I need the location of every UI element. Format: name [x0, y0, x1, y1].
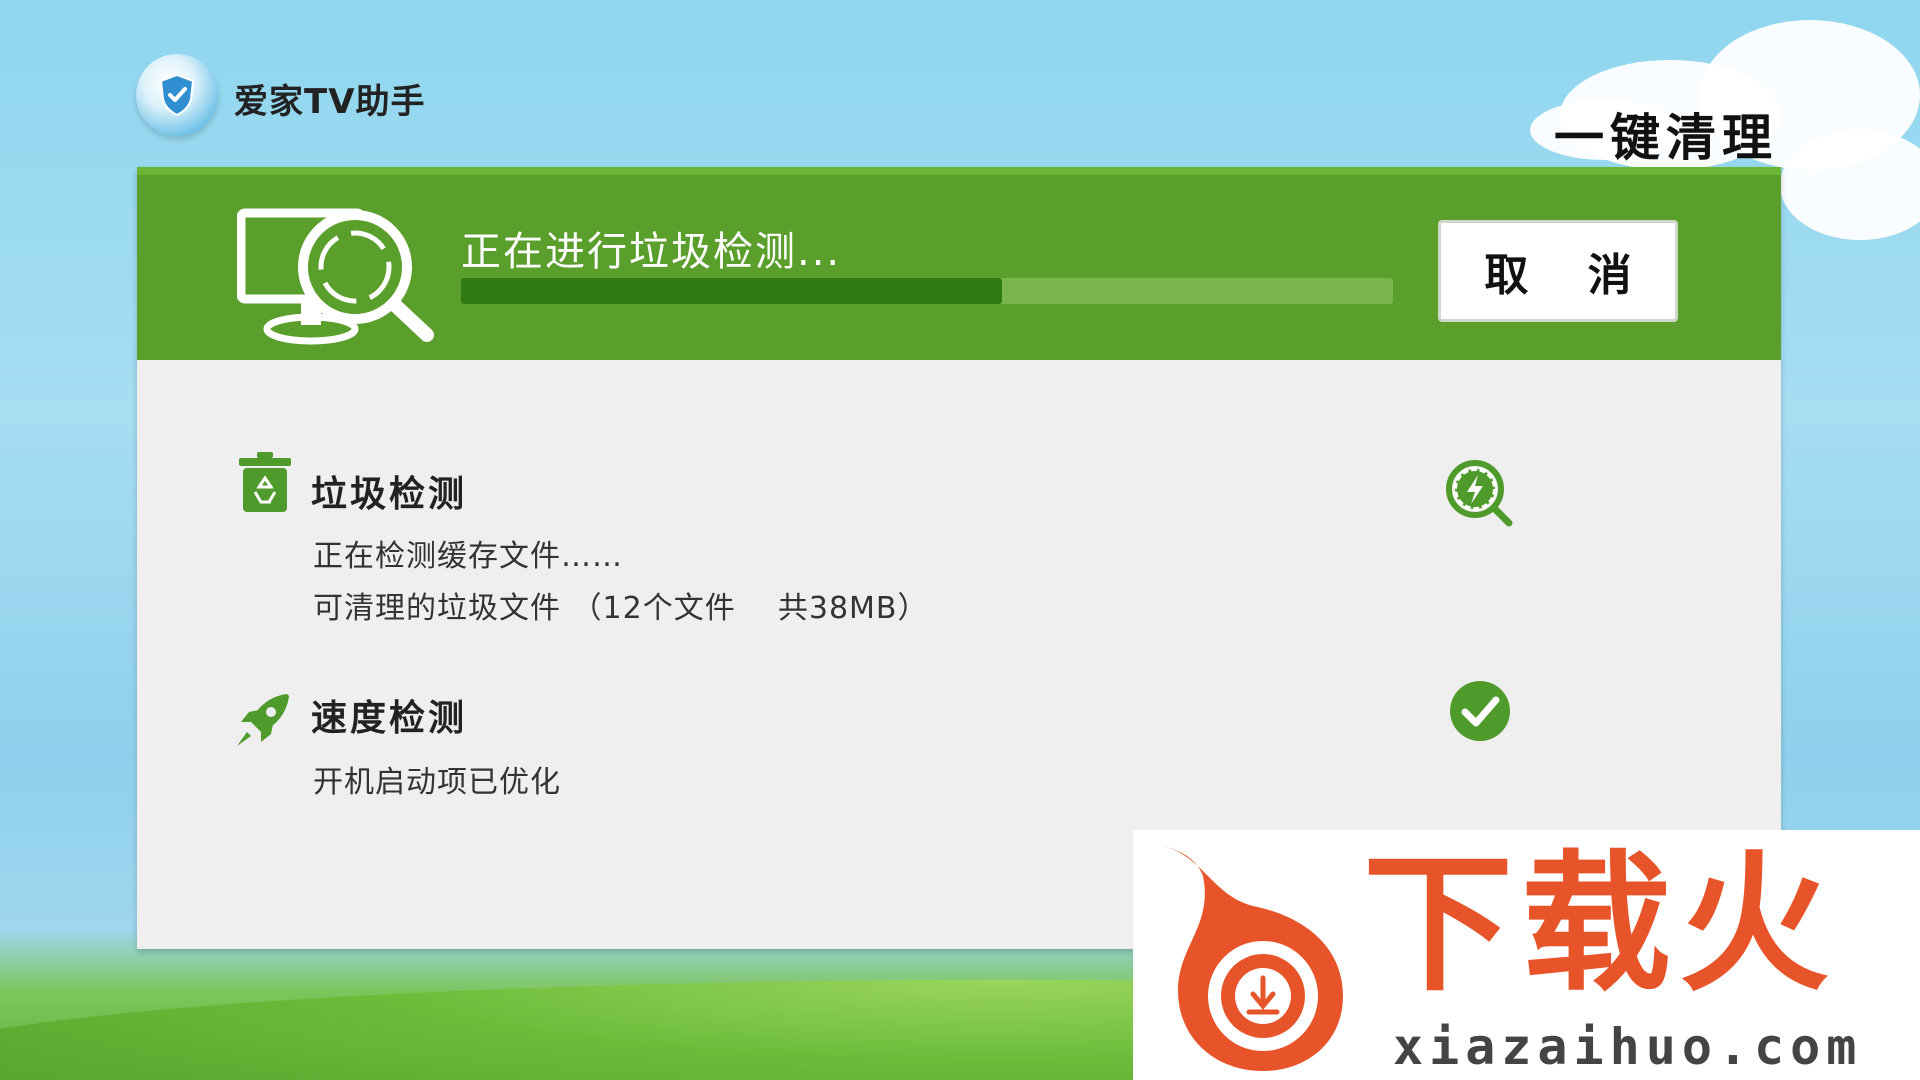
cloud	[1780, 130, 1920, 240]
cancel-button[interactable]: 取 消	[1438, 220, 1678, 322]
junk-detection-result: 可清理的垃圾文件 （12个文件 共38MB）	[313, 591, 929, 626]
scan-header: 正在进行垃圾检测... 取 消	[137, 167, 1781, 360]
speed-detection-status: 开机启动项已优化	[313, 765, 561, 800]
check-circle-icon	[1450, 681, 1510, 741]
watermark-text: 下载火	[1363, 838, 1838, 1012]
flame-logo-icon	[1163, 846, 1343, 1071]
scan-status-text: 正在进行垃圾检测...	[461, 229, 842, 275]
app-name: 爱家TV助手	[234, 82, 426, 122]
tv-screen: 爱家TV助手 一键清理 正在进行垃圾检测... 取 消 垃圾检测 正在检测缓存文…	[0, 0, 1920, 1080]
watermark-url: xiazaihuo.com	[1393, 1018, 1863, 1076]
junk-detection-status: 正在检测缓存文件……	[313, 539, 623, 574]
speed-detection-title: 速度检测	[311, 698, 468, 739]
rocket-icon	[237, 694, 289, 746]
monitor-scan-icon	[237, 208, 434, 345]
app-logo	[136, 54, 218, 136]
scanning-magnifier-icon	[1446, 460, 1513, 527]
shield-icon	[159, 73, 195, 117]
junk-detection-title: 垃圾检测	[311, 474, 468, 515]
watermark: 下载火 xiazaihuo.com	[1133, 830, 1920, 1080]
scan-progress-fill	[461, 278, 1002, 304]
recycle-bin-icon	[239, 452, 291, 512]
scan-progress-bar	[461, 278, 1393, 304]
page-title: 一键清理	[1554, 109, 1778, 167]
